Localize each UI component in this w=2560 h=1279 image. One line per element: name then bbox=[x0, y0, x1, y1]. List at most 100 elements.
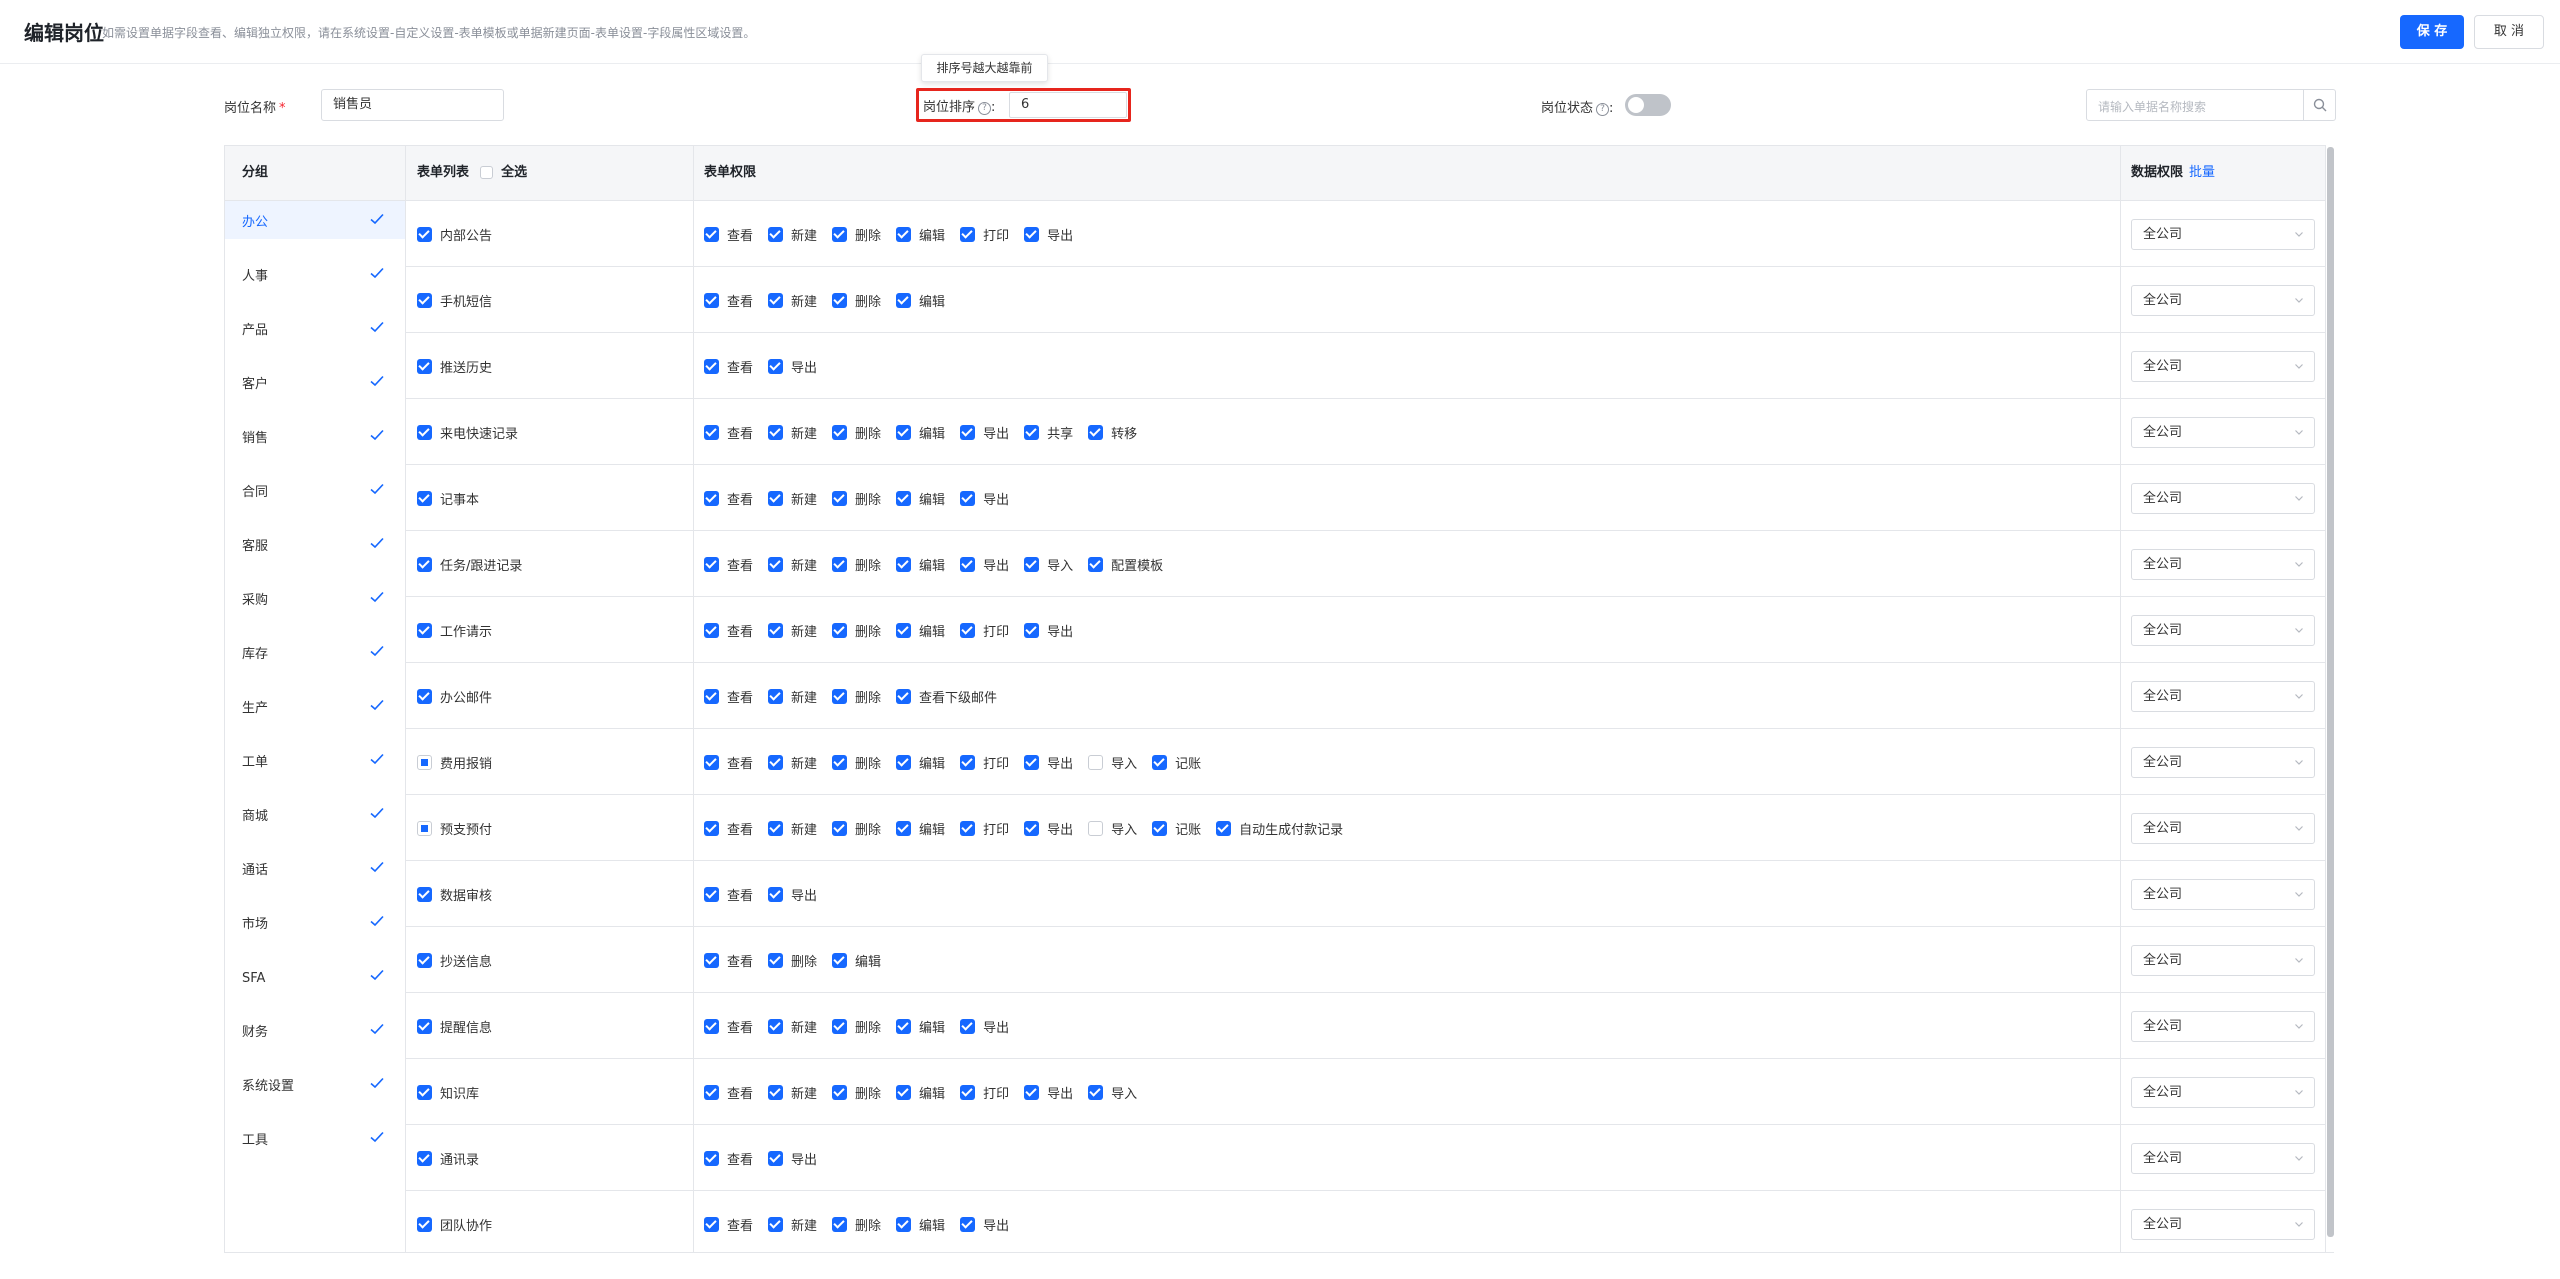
group-item[interactable]: 库存 bbox=[225, 633, 405, 687]
permission-checkbox[interactable] bbox=[704, 358, 719, 374]
permission-checkbox[interactable] bbox=[1024, 622, 1040, 638]
check-icon[interactable] bbox=[369, 697, 385, 713]
form-checkbox[interactable] bbox=[417, 1018, 432, 1034]
form-checkbox[interactable] bbox=[417, 820, 432, 836]
check-icon[interactable] bbox=[369, 805, 385, 821]
permission-option[interactable]: 导出 bbox=[768, 1149, 817, 1168]
permission-checkbox[interactable] bbox=[768, 1018, 784, 1034]
permission-checkbox[interactable] bbox=[768, 292, 784, 308]
permission-option[interactable]: 导出 bbox=[1024, 1083, 1073, 1102]
form-checkbox[interactable] bbox=[417, 358, 432, 374]
group-item[interactable]: 办公 bbox=[225, 201, 405, 255]
data-scope-select[interactable]: 全公司 bbox=[2131, 615, 2315, 646]
permission-option[interactable]: 打印 bbox=[960, 753, 1009, 772]
permission-checkbox[interactable] bbox=[896, 556, 912, 572]
permission-option[interactable]: 查看 bbox=[704, 951, 753, 970]
data-scope-select[interactable]: 全公司 bbox=[2131, 483, 2315, 514]
permission-option[interactable]: 编辑 bbox=[896, 753, 945, 772]
permission-checkbox[interactable] bbox=[1088, 424, 1104, 440]
check-icon[interactable] bbox=[369, 913, 385, 929]
data-scope-select[interactable]: 全公司 bbox=[2131, 1011, 2315, 1042]
permission-option[interactable]: 配置模板 bbox=[1088, 555, 1163, 574]
permission-checkbox[interactable] bbox=[704, 490, 719, 506]
permission-checkbox[interactable] bbox=[1088, 1084, 1104, 1100]
permission-option[interactable]: 删除 bbox=[832, 687, 881, 706]
form-checkbox[interactable] bbox=[417, 424, 432, 440]
permission-checkbox[interactable] bbox=[768, 1216, 784, 1232]
permission-checkbox[interactable] bbox=[768, 886, 784, 902]
permission-checkbox[interactable] bbox=[704, 1018, 719, 1034]
permission-option[interactable]: 导入 bbox=[1088, 753, 1137, 772]
permission-option[interactable]: 查看 bbox=[704, 1215, 753, 1234]
permission-option[interactable]: 编辑 bbox=[896, 621, 945, 640]
permission-option[interactable]: 编辑 bbox=[896, 819, 945, 838]
permission-checkbox[interactable] bbox=[1152, 754, 1168, 770]
permission-checkbox[interactable] bbox=[768, 226, 784, 242]
permission-option[interactable]: 查看 bbox=[704, 423, 753, 442]
check-icon[interactable] bbox=[369, 535, 385, 551]
permission-checkbox[interactable] bbox=[896, 754, 912, 770]
permission-checkbox[interactable] bbox=[768, 1084, 784, 1100]
permission-checkbox[interactable] bbox=[832, 556, 848, 572]
check-icon[interactable] bbox=[369, 427, 385, 443]
batch-link[interactable]: 批量 bbox=[2189, 165, 2215, 180]
permission-checkbox[interactable] bbox=[1024, 754, 1040, 770]
group-item[interactable]: 工具 bbox=[225, 1119, 405, 1173]
form-checkbox[interactable] bbox=[417, 292, 432, 308]
save-button[interactable]: 保 存 bbox=[2400, 15, 2464, 49]
permission-option[interactable]: 查看 bbox=[704, 687, 753, 706]
permission-checkbox[interactable] bbox=[1152, 820, 1168, 836]
permission-checkbox[interactable] bbox=[960, 490, 976, 506]
position-sort-input[interactable]: 6 bbox=[1009, 92, 1127, 118]
permission-checkbox[interactable] bbox=[832, 424, 848, 440]
permission-option[interactable]: 新建 bbox=[768, 621, 817, 640]
permission-option[interactable]: 删除 bbox=[832, 753, 881, 772]
permission-option[interactable]: 编辑 bbox=[896, 225, 945, 244]
permission-checkbox[interactable] bbox=[1024, 820, 1040, 836]
permission-checkbox[interactable] bbox=[896, 1018, 912, 1034]
question-circle-icon[interactable]: ? bbox=[1596, 103, 1610, 116]
data-scope-select[interactable]: 全公司 bbox=[2131, 945, 2315, 976]
permission-option[interactable]: 删除 bbox=[832, 489, 881, 508]
permission-option[interactable]: 打印 bbox=[960, 621, 1009, 640]
permission-checkbox[interactable] bbox=[896, 490, 912, 506]
select-all-checkbox[interactable] bbox=[479, 166, 493, 179]
group-item[interactable]: 工单 bbox=[225, 741, 405, 795]
permission-option[interactable]: 删除 bbox=[832, 1083, 881, 1102]
group-item[interactable]: 客户 bbox=[225, 363, 405, 417]
permission-option[interactable]: 导出 bbox=[768, 885, 817, 904]
permission-option[interactable]: 查看 bbox=[704, 1083, 753, 1102]
permission-option[interactable]: 导入 bbox=[1088, 819, 1137, 838]
permission-checkbox[interactable] bbox=[896, 688, 912, 704]
permission-option[interactable]: 导出 bbox=[768, 357, 817, 376]
permission-checkbox[interactable] bbox=[960, 1084, 976, 1100]
check-icon[interactable] bbox=[369, 751, 385, 767]
check-icon[interactable] bbox=[369, 1129, 385, 1145]
position-name-input[interactable]: 销售员 bbox=[321, 89, 504, 121]
permission-option[interactable]: 新建 bbox=[768, 1215, 817, 1234]
permission-option[interactable]: 导出 bbox=[1024, 819, 1073, 838]
data-scope-select[interactable]: 全公司 bbox=[2131, 813, 2315, 844]
permission-option[interactable]: 编辑 bbox=[896, 555, 945, 574]
check-icon[interactable] bbox=[369, 265, 385, 281]
permission-option[interactable]: 查看 bbox=[704, 1017, 753, 1036]
data-scope-select[interactable]: 全公司 bbox=[2131, 1077, 2315, 1108]
question-circle-icon[interactable]: ? bbox=[978, 102, 992, 115]
data-scope-select[interactable]: 全公司 bbox=[2131, 549, 2315, 580]
permission-option[interactable]: 打印 bbox=[960, 819, 1009, 838]
data-scope-select[interactable]: 全公司 bbox=[2131, 285, 2315, 316]
permission-checkbox[interactable] bbox=[896, 424, 912, 440]
data-scope-select[interactable]: 全公司 bbox=[2131, 219, 2315, 250]
check-icon[interactable] bbox=[369, 589, 385, 605]
position-status-toggle[interactable] bbox=[1625, 94, 1671, 116]
permission-checkbox[interactable] bbox=[960, 820, 976, 836]
check-icon[interactable] bbox=[369, 967, 385, 983]
permission-option[interactable]: 查看 bbox=[704, 885, 753, 904]
check-icon[interactable] bbox=[369, 481, 385, 497]
permission-option[interactable]: 查看 bbox=[704, 225, 753, 244]
permission-checkbox[interactable] bbox=[704, 886, 719, 902]
permission-option[interactable]: 导出 bbox=[1024, 753, 1073, 772]
permission-checkbox[interactable] bbox=[960, 754, 976, 770]
permission-checkbox[interactable] bbox=[960, 1018, 976, 1034]
data-scope-select[interactable]: 全公司 bbox=[2131, 1143, 2315, 1174]
